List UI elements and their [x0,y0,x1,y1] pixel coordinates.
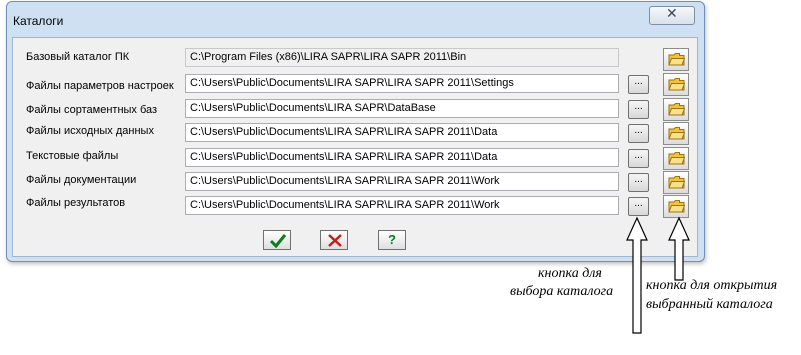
arrow-up-open-folder [668,216,690,281]
annotation-browse-line2: выбора каталога [510,284,614,299]
annotation-browse-line1: кнопка для [538,266,602,281]
arrow-up-browse [626,216,648,334]
annotation-open-line2: выбранный каталога [646,297,773,312]
annotation-open-line1: кнопка для открытия [646,278,778,293]
